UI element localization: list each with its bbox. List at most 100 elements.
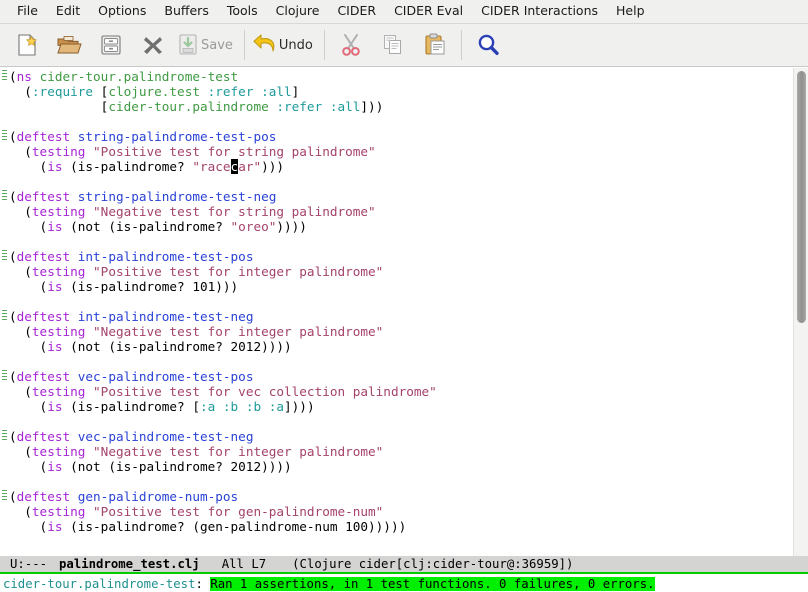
code-line: (:require [clojure.test :refer :all] <box>9 84 808 99</box>
code-token: ( <box>9 264 32 279</box>
vertical-scrollbar[interactable] <box>793 68 808 556</box>
open-file-button[interactable] <box>48 26 90 64</box>
code-token: [ <box>93 84 109 99</box>
menu-item-edit[interactable]: Edit <box>47 3 89 20</box>
fringe-eval-marker <box>2 310 7 322</box>
code-line: (deftest vec-palindrome-test-pos <box>9 369 808 384</box>
new-file-button[interactable] <box>6 26 48 64</box>
code-line: (testing "Negative test for integer pali… <box>9 444 808 459</box>
minibuffer[interactable]: cider-tour.palindrome-test : Ran 1 asser… <box>0 576 808 592</box>
code-token: (is-palindrome? [ <box>62 399 200 414</box>
code-token: deftest <box>16 189 71 204</box>
code-token: :refer <box>276 99 323 114</box>
code-token: is <box>47 459 63 474</box>
code-token: testing <box>31 504 86 519</box>
code-token: int-palindrome-test-neg <box>77 309 254 324</box>
menu-item-options[interactable]: Options <box>89 3 155 20</box>
undo-icon <box>253 34 275 52</box>
minibuffer-namespace: cider-tour.palindrome-test <box>3 577 196 591</box>
minibuffer-separator: : <box>195 577 211 591</box>
code-token: (is-palindrome? <box>62 159 193 174</box>
close-buffer-button[interactable] <box>132 26 174 64</box>
toolbar-separator-2 <box>323 30 325 60</box>
toolbar-separator-3 <box>460 30 462 60</box>
code-token: "race <box>192 159 231 174</box>
search-icon <box>478 34 499 55</box>
code-token: ( <box>9 429 17 444</box>
menu-item-clojure[interactable]: Clojure <box>267 3 329 20</box>
code-editor[interactable]: (ns cider-tour.palindrome-test (:require… <box>0 68 808 556</box>
code-token: int-palindrome-test-pos <box>77 249 254 264</box>
undo-button[interactable]: Undo <box>250 26 319 64</box>
code-line: (deftest int-palindrome-test-neg <box>9 309 808 324</box>
menu-item-cider-interactions[interactable]: CIDER Interactions <box>472 3 607 20</box>
scrollbar-thumb[interactable] <box>797 71 806 323</box>
code-token: ] <box>291 84 300 99</box>
code-token: ( <box>9 369 17 384</box>
code-line: (is (not (is-palindrome? 2012)))) <box>9 459 808 474</box>
code-buffer[interactable]: (ns cider-tour.palindrome-test (:require… <box>9 68 808 556</box>
save-button[interactable]: Save <box>174 26 239 64</box>
code-line: (is (not (is-palindrome? "oreo")))) <box>9 219 808 234</box>
code-token: ( <box>9 189 17 204</box>
mode-line-buffer-name: palindrome_test.clj <box>59 557 200 571</box>
code-token: cider-tour.palindrome <box>108 99 269 114</box>
code-token: ( <box>9 279 48 294</box>
fringe-eval-marker <box>2 250 7 262</box>
save-as-button[interactable] <box>90 26 132 64</box>
code-token: )))) <box>276 219 307 234</box>
code-token: ns <box>16 69 32 84</box>
menu-item-help[interactable]: Help <box>607 3 654 20</box>
code-line: (is (is-palindrome? "racecar"))) <box>9 159 808 174</box>
code-token: ( <box>9 84 32 99</box>
menu-item-tools[interactable]: Tools <box>218 3 267 20</box>
code-token: deftest <box>16 249 71 264</box>
code-token: testing <box>31 204 86 219</box>
mode-line: U:--- palindrome_test.clj All L7 (Clojur… <box>0 556 808 574</box>
code-token: ( <box>9 444 32 459</box>
copy-button[interactable] <box>372 26 414 64</box>
code-token: is <box>47 219 63 234</box>
code-line: [cider-tour.palindrome :refer :all])) <box>9 99 808 114</box>
code-token: "Positive test for integer palindrome" <box>93 264 384 279</box>
code-token: vec-palindrome-test-pos <box>77 369 254 384</box>
code-line: (deftest string-palindrome-test-pos <box>9 129 808 144</box>
code-token: (is-palindrome? (gen-palindrome-num 100)… <box>62 519 407 534</box>
undo-button-label: Undo <box>278 37 313 53</box>
paste-button[interactable] <box>414 26 456 64</box>
code-line: (testing "Negative test for integer pali… <box>9 324 808 339</box>
menu-item-buffers[interactable]: Buffers <box>155 3 217 20</box>
cut-button[interactable] <box>330 26 372 64</box>
code-line: (deftest string-palindrome-test-neg <box>9 189 808 204</box>
code-line: (testing "Positive test for integer pali… <box>9 264 808 279</box>
code-token: "Negative test for string palindrome" <box>93 204 376 219</box>
code-token: ( <box>9 384 32 399</box>
code-token: :refer <box>207 84 254 99</box>
code-token: deftest <box>16 429 71 444</box>
menu-item-cider[interactable]: CIDER <box>328 3 385 20</box>
code-token: :a <box>199 399 216 414</box>
code-token: ]))) <box>284 399 315 414</box>
code-token: ( <box>9 69 17 84</box>
code-line: (is (is-palindrome? (gen-palindrome-num … <box>9 519 808 534</box>
search-button[interactable] <box>467 26 509 64</box>
menu-item-cider-eval[interactable]: CIDER Eval <box>385 3 472 20</box>
menu-item-file[interactable]: File <box>8 3 47 20</box>
code-token: ( <box>9 504 32 519</box>
code-token: is <box>47 519 63 534</box>
copy-icon <box>383 35 401 54</box>
code-token: ))) <box>261 159 285 174</box>
emacs-window: File Edit Options Buffers Tools Clojure CIDER C… <box>0 0 808 592</box>
